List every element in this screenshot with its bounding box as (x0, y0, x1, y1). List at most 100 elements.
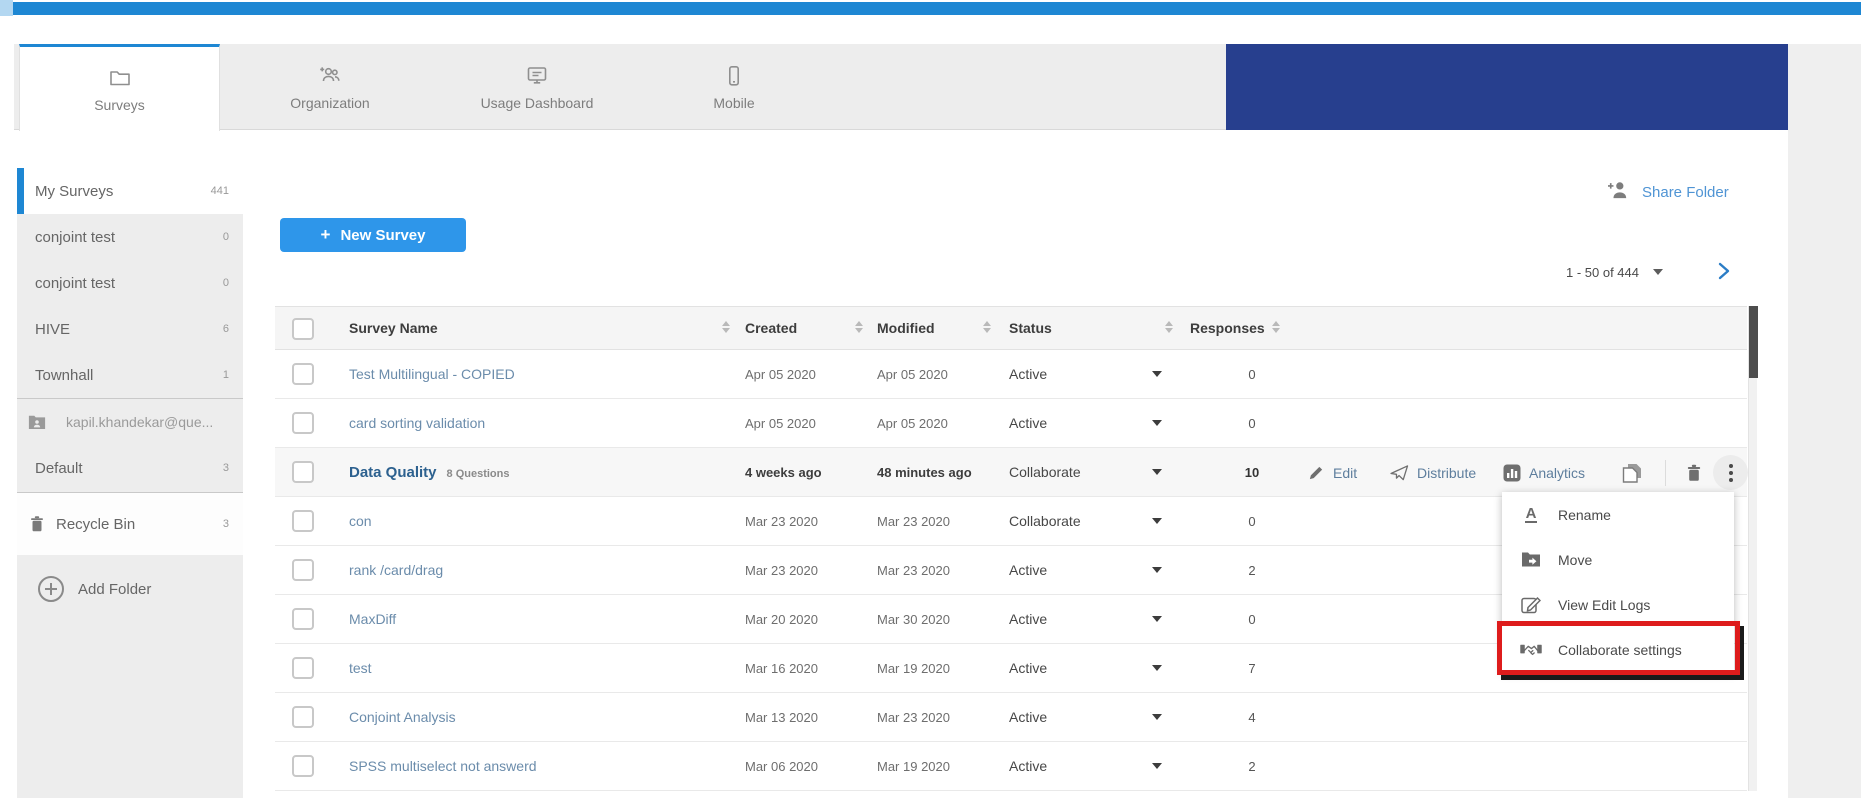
tab-surveys[interactable]: Surveys (19, 44, 220, 131)
folder-count: 6 (223, 323, 229, 335)
column-status[interactable]: Status (1009, 320, 1052, 336)
menu-item-view-edit-logs[interactable]: View Edit Logs (1502, 582, 1734, 627)
created-cell: Mar 13 2020 (745, 710, 818, 725)
survey-name-link[interactable]: card sorting validation (349, 415, 485, 431)
row-checkbox[interactable] (292, 706, 314, 728)
sidebar-item-conjoint-test-2[interactable]: conjoint test 0 (17, 260, 243, 306)
more-options-button[interactable] (1713, 455, 1748, 490)
menu-item-move[interactable]: Move (1502, 537, 1734, 582)
delete-button[interactable] (1685, 448, 1703, 497)
survey-name-link[interactable]: con (349, 513, 372, 529)
status-dropdown-icon[interactable] (1152, 616, 1162, 622)
survey-name-link[interactable]: Conjoint Analysis (349, 709, 456, 725)
created-cell: Mar 06 2020 (745, 759, 818, 774)
survey-name-link[interactable]: Data Quality8 Questions (349, 464, 510, 481)
scrollbar-thumb[interactable] (1749, 306, 1758, 378)
people-add-icon (318, 64, 342, 88)
row-checkbox[interactable] (292, 510, 314, 532)
status-dropdown-icon[interactable] (1152, 763, 1162, 769)
tab-usage-dashboard[interactable]: Usage Dashboard (452, 44, 622, 130)
sort-icon[interactable] (722, 321, 730, 333)
responses-cell: 0 (1232, 514, 1272, 529)
status-dropdown-icon[interactable] (1152, 518, 1162, 524)
survey-name-link[interactable]: test (349, 660, 372, 676)
next-page-button[interactable] (1718, 262, 1738, 282)
sidebar-item-hive[interactable]: HIVE 6 (17, 306, 243, 352)
status-dropdown-icon[interactable] (1152, 469, 1162, 475)
new-survey-button[interactable]: + New Survey (280, 218, 466, 252)
status-dropdown-icon[interactable] (1152, 420, 1162, 426)
folder-count: 3 (223, 518, 229, 530)
modified-cell: Apr 05 2020 (877, 367, 948, 382)
sort-icon[interactable] (983, 321, 991, 333)
page-background-gutter (1788, 44, 1861, 798)
created-cell: Mar 20 2020 (745, 612, 818, 627)
top-accent-bar (13, 2, 1861, 15)
survey-name-link[interactable]: Test Multilingual - COPIED (349, 366, 515, 382)
folder-count: 0 (223, 231, 229, 243)
sidebar-item-conjoint-test-1[interactable]: conjoint test 0 (17, 214, 243, 260)
blog-banner[interactable]: Read our blog Explore research method Le… (1226, 44, 1788, 130)
tab-mobile[interactable]: Mobile (654, 44, 814, 130)
sort-icon[interactable] (1165, 321, 1173, 333)
sidebar-item-recycle-bin[interactable]: Recycle Bin 3 (17, 493, 243, 555)
analytics-button[interactable]: Analytics (1503, 448, 1585, 497)
column-modified[interactable]: Modified (877, 320, 935, 336)
row-checkbox[interactable] (292, 755, 314, 777)
status-dropdown-icon[interactable] (1152, 567, 1162, 573)
column-survey-name[interactable]: Survey Name (349, 320, 438, 336)
menu-item-collaborate-settings[interactable]: Collaborate settings (1502, 627, 1734, 672)
sidebar-item-townhall[interactable]: Townhall 1 (17, 352, 243, 398)
tab-organization[interactable]: Organization (250, 44, 410, 130)
created-cell: Apr 05 2020 (745, 416, 816, 431)
add-folder-button[interactable]: Add Folder (17, 555, 243, 623)
pagination-dropdown[interactable]: 1 - 50 of 444 (1566, 262, 1663, 282)
survey-name-link[interactable]: MaxDiff (349, 611, 396, 627)
tab-label: Organization (290, 95, 369, 111)
handshake-icon (1520, 640, 1542, 660)
edit-button[interactable]: Edit (1308, 448, 1357, 497)
status-cell: Active (1009, 758, 1047, 774)
status-dropdown-icon[interactable] (1152, 371, 1162, 377)
menu-item-rename[interactable]: A Rename (1502, 492, 1734, 537)
sort-icon[interactable] (1272, 321, 1280, 333)
status-dropdown-icon[interactable] (1152, 665, 1162, 671)
table-scrollbar (1748, 306, 1757, 791)
folder-count: 1 (223, 369, 229, 381)
row-checkbox[interactable] (292, 363, 314, 385)
row-context-menu: A Rename Move View Edit Logs Collaborate… (1502, 492, 1734, 672)
survey-name-link[interactable]: SPSS multiselect not answerd (349, 758, 537, 774)
column-created[interactable]: Created (745, 320, 797, 336)
copy-icon[interactable] (1622, 448, 1642, 497)
table-header: Survey Name Created Modified Status Resp… (275, 306, 1747, 350)
folders-sidebar: My Surveys 441 conjoint test 0 conjoint … (17, 168, 243, 798)
sort-icon[interactable] (855, 321, 863, 333)
row-checkbox[interactable] (292, 412, 314, 434)
smartphone-icon (722, 64, 746, 88)
survey-name-link[interactable]: rank /card/drag (349, 562, 443, 578)
share-folder-link[interactable]: Share Folder (1606, 180, 1729, 204)
select-all-checkbox[interactable] (292, 318, 314, 340)
plus-icon: + (321, 225, 331, 245)
row-checkbox[interactable] (292, 461, 314, 483)
folder-count: 0 (223, 277, 229, 289)
table-row: SPSS multiselect not answerd Mar 06 2020… (275, 742, 1747, 791)
status-cell: Active (1009, 660, 1047, 676)
status-cell: Collaborate (1009, 464, 1081, 480)
row-checkbox[interactable] (292, 657, 314, 679)
row-checkbox[interactable] (292, 559, 314, 581)
responses-cell: 2 (1232, 563, 1272, 578)
sidebar-item-default[interactable]: Default 3 (17, 445, 243, 491)
trash-icon (28, 515, 46, 533)
status-dropdown-icon[interactable] (1152, 714, 1162, 720)
table-row: Test Multilingual - COPIED Apr 05 2020 A… (275, 350, 1747, 399)
sidebar-item-my-surveys[interactable]: My Surveys 441 (17, 168, 243, 214)
distribute-button[interactable]: Distribute (1390, 448, 1476, 497)
modified-cell: Mar 23 2020 (877, 563, 950, 578)
status-cell: Collaborate (1009, 513, 1081, 529)
sidebar-item-shared-account[interactable]: kapil.khandekar@que... (17, 399, 243, 445)
modified-cell: Mar 23 2020 (877, 710, 950, 725)
row-checkbox[interactable] (292, 608, 314, 630)
column-responses[interactable]: Responses (1190, 320, 1265, 336)
responses-cell: 0 (1232, 367, 1272, 382)
